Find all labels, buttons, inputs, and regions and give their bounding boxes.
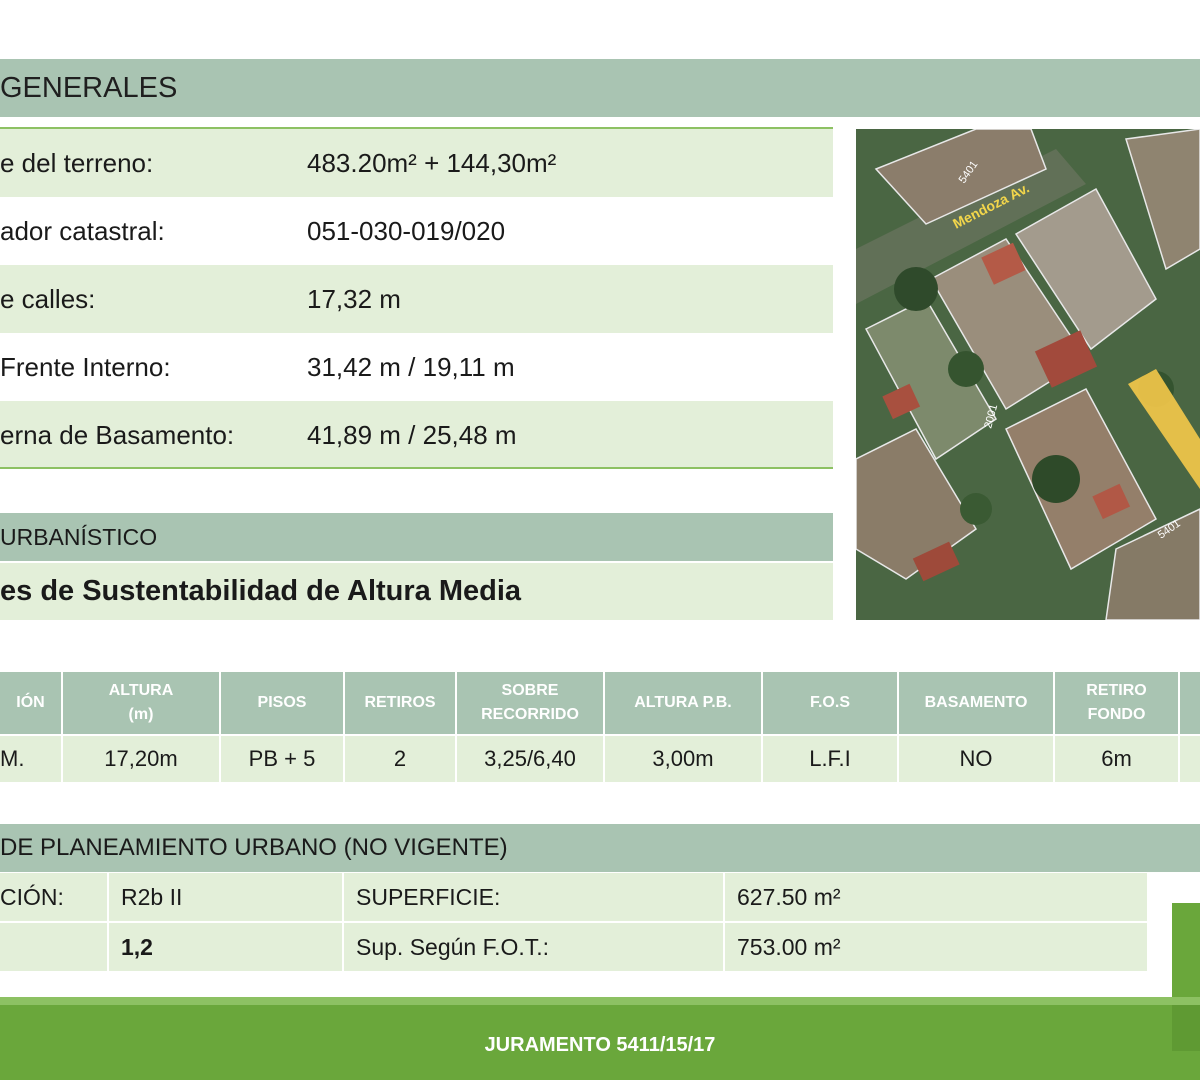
zoning-value-cell: 17,20m [63,736,219,782]
zoning-value-cell: 3,00m [605,736,761,782]
zoning-header-cell: ALTURA (m) [63,672,219,734]
zoning-header-cell: F.O.S [763,672,897,734]
footer-divider [0,997,1200,1005]
planeamiento-title: DE PLANEAMIENTO URBANO (NO VIGENTE) [0,834,508,861]
row-label: e del terreno: [0,148,154,178]
planeamiento-cell: Sup. Según F.O.T.: [342,923,722,971]
zoning-header-cell: RETIRO FONDO [1055,672,1178,734]
planeamiento-cell: R2b II [107,873,341,921]
generales-bottom-divider [0,467,833,469]
row-label: Frente Interno: [0,352,171,382]
planeamiento-row: 1,2 Sup. Según F.O.T.: 753.00 m² [0,923,1147,971]
planeamiento-row: CIÓN: R2b II SUPERFICIE: 627.50 m² [0,873,1147,921]
zoning-value-cell [1180,736,1200,782]
zoning-header-cell [1180,672,1200,734]
generales-row: e calles: 17,32 m [0,265,833,333]
row-value: 483.20m² + 144,30m² [307,148,557,178]
urbanistico-title: URBANÍSTICO [0,524,158,550]
urbanistico-subtitle-box: es de Sustentabilidad de Altura Media [0,563,833,620]
zoning-header-cell: BASAMENTO [899,672,1053,734]
planeamiento-cell: CIÓN: [0,884,64,910]
zoning-value-cell: PB + 5 [221,736,343,782]
row-label: erna de Basamento: [0,420,235,450]
zoning-value-cell: M. [0,736,61,782]
zoning-header-cell: ALTURA P.B. [605,672,761,734]
zoning-header-cell: IÓN [0,672,61,734]
row-label: e calles: [0,284,96,314]
zoning-header-line: ALTURA [108,682,174,699]
aerial-map-image: Mendoza Av. 5401 2001 5401 [856,129,1200,620]
generales-header: GENERALES [0,59,1200,117]
planeamiento-cell: 627.50 m² [723,873,1147,921]
zoning-value-cell: 2 [345,736,455,782]
zoning-table: IÓN ALTURA (m) PISOS RETIROS SOBRE RECORRI… [0,672,1200,782]
zoning-header-line: RETIRO [1086,682,1147,699]
zoning-header-line: FONDO [1087,706,1146,723]
planeamiento-cell [0,923,105,971]
generales-row: e del terreno: 483.20m² + 144,30m² [0,129,833,197]
row-value: 17,32 m [307,284,401,314]
zoning-header-cell: PISOS [221,672,343,734]
generales-row: erna de Basamento: 41,89 m / 25,48 m [0,401,833,469]
side-accent-bar-overlay [1172,1005,1200,1051]
zoning-value-cell: 3,25/6,40 [457,736,603,782]
zoning-value-cell: 6m [1055,736,1178,782]
footer-text: JURAMENTO 5411/15/17 [484,1034,716,1056]
zoning-header-line: SOBRE [501,682,559,699]
row-value: 051-030-019/020 [307,216,506,246]
zoning-value-cell: NO [899,736,1053,782]
urbanistico-subtitle: es de Sustentabilidad de Altura Media [0,575,522,607]
zoning-header-cell: RETIROS [345,672,455,734]
generales-row: ador catastral: 051-030-019/020 [0,197,833,265]
row-label: ador catastral: [0,216,165,246]
row-value: 41,89 m / 25,48 m [307,420,517,450]
generales-row: Frente Interno: 31,42 m / 19,11 m [0,333,833,401]
generales-title: GENERALES [0,72,178,104]
planeamiento-cell: SUPERFICIE: [342,873,722,921]
aerial-map: Mendoza Av. 5401 2001 5401 [856,129,1200,620]
planeamiento-cell: 1,2 [107,923,341,971]
planeamiento-cell: 753.00 m² [723,923,1147,971]
zoning-header-line: (m) [128,706,154,723]
urbanistico-header: URBANÍSTICO [0,513,833,561]
zoning-header-line: RECORRIDO [481,706,579,723]
planeamiento-header: DE PLANEAMIENTO URBANO (NO VIGENTE) [0,824,1200,872]
zoning-value-cell: L.F.I [763,736,897,782]
zoning-header-cell: SOBRE RECORRIDO [457,672,603,734]
row-value: 31,42 m / 19,11 m [307,352,515,382]
